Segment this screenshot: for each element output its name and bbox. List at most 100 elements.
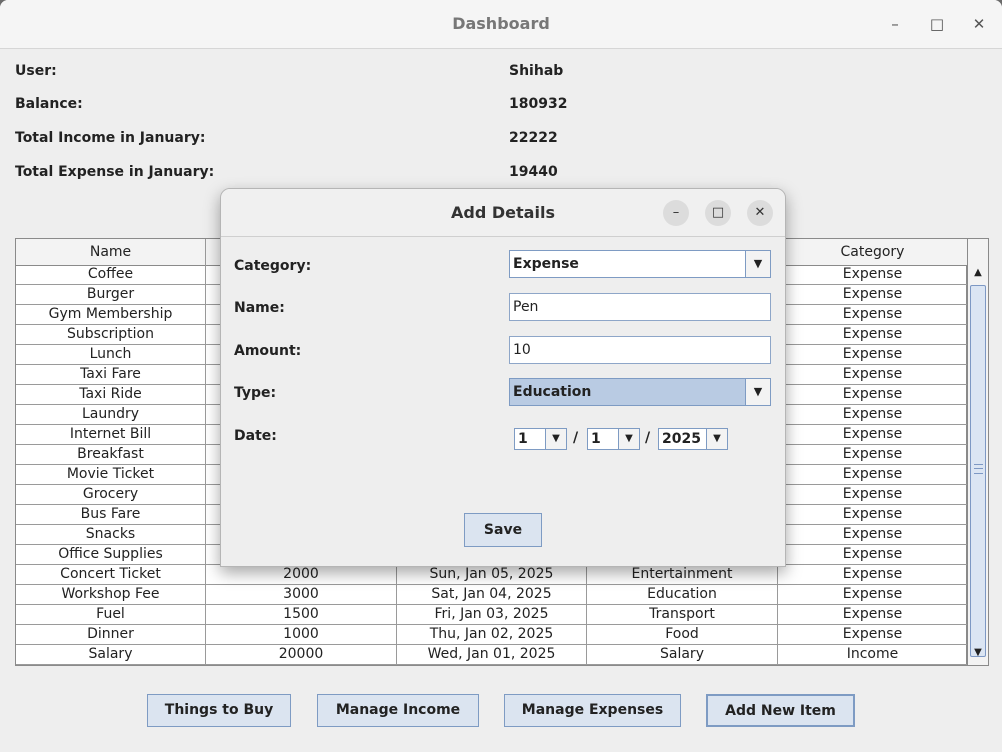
cell-name[interactable]: Lunch xyxy=(16,345,206,365)
cell-category[interactable]: Expense xyxy=(778,505,968,525)
cell-category[interactable]: Income xyxy=(778,645,968,665)
add-new-item-button[interactable]: Add New Item xyxy=(706,694,855,727)
table-row[interactable]: Salary 20000 Wed, Jan 01, 2025 Salary Income xyxy=(16,645,968,665)
dialog-titlebar[interactable]: Add Details – □ ✕ xyxy=(221,189,785,237)
category-dropdown[interactable]: Expense ▼ xyxy=(509,250,771,278)
cell-name[interactable]: Dinner xyxy=(16,625,206,645)
grip-icon xyxy=(974,464,983,474)
cell-name[interactable]: Concert Ticket xyxy=(16,565,206,585)
cell-name[interactable]: Bus Fare xyxy=(16,505,206,525)
cell-amount[interactable]: 20000 xyxy=(206,645,397,665)
cell-date[interactable]: Fri, Jan 03, 2025 xyxy=(397,605,587,625)
type-dropdown[interactable]: Education ▼ xyxy=(509,378,771,406)
dialog-close-icon[interactable]: ✕ xyxy=(747,200,773,226)
close-icon[interactable]: ✕ xyxy=(967,12,991,36)
month-dropdown[interactable]: 1 ▼ xyxy=(587,428,640,450)
user-value: Shihab xyxy=(509,63,564,79)
table-row[interactable]: Concert Ticket 2000 Sun, Jan 05, 2025 Enter… xyxy=(16,565,968,585)
cell-name[interactable]: Movie Ticket xyxy=(16,465,206,485)
maximize-icon[interactable]: □ xyxy=(925,12,949,36)
manage-income-button[interactable]: Manage Income xyxy=(317,694,479,727)
cell-category[interactable]: Expense xyxy=(778,545,968,565)
save-button[interactable]: Save xyxy=(464,513,542,547)
minimize-icon[interactable]: – xyxy=(883,12,907,36)
scroll-up-icon[interactable]: ▲ xyxy=(968,263,988,283)
category-selected-value: Expense xyxy=(513,256,579,272)
cell-amount[interactable]: 3000 xyxy=(206,585,397,605)
cell-amount[interactable]: 1000 xyxy=(206,625,397,645)
cell-category[interactable]: Expense xyxy=(778,385,968,405)
cell-date[interactable]: Thu, Jan 02, 2025 xyxy=(397,625,587,645)
cell-type[interactable]: Salary xyxy=(587,645,778,665)
cell-type[interactable]: Education xyxy=(587,585,778,605)
cell-date[interactable]: Wed, Jan 01, 2025 xyxy=(397,645,587,665)
chevron-down-icon[interactable]: ▼ xyxy=(706,429,727,449)
cell-category[interactable]: Expense xyxy=(778,405,968,425)
user-label: User: xyxy=(15,63,57,79)
cell-amount[interactable]: 2000 xyxy=(206,565,397,585)
cell-type[interactable]: Transport xyxy=(587,605,778,625)
manage-expenses-button[interactable]: Manage Expenses xyxy=(504,694,681,727)
cell-category[interactable]: Expense xyxy=(778,345,968,365)
cell-category[interactable]: Expense xyxy=(778,565,968,585)
cell-type[interactable]: Entertainment xyxy=(587,565,778,585)
cell-name[interactable]: Taxi Fare xyxy=(16,365,206,385)
cell-category[interactable]: Expense xyxy=(778,285,968,305)
window-titlebar[interactable]: Dashboard – □ ✕ xyxy=(0,0,1002,49)
cell-category[interactable]: Expense xyxy=(778,485,968,505)
cell-name[interactable]: Fuel xyxy=(16,605,206,625)
cell-category[interactable]: Expense xyxy=(778,305,968,325)
column-header-name[interactable]: Name xyxy=(16,239,206,265)
cell-name[interactable]: Breakfast xyxy=(16,445,206,465)
cell-name[interactable]: Coffee xyxy=(16,265,206,285)
cell-name[interactable]: Gym Membership xyxy=(16,305,206,325)
cell-date[interactable]: Sat, Jan 04, 2025 xyxy=(397,585,587,605)
day-dropdown[interactable]: 1 ▼ xyxy=(514,428,567,450)
cell-category[interactable]: Expense xyxy=(778,365,968,385)
cell-name[interactable]: Burger xyxy=(16,285,206,305)
name-label: Name: xyxy=(234,300,285,316)
cell-name[interactable]: Snacks xyxy=(16,525,206,545)
year-dropdown[interactable]: 2025 ▼ xyxy=(658,428,728,450)
cell-name[interactable]: Taxi Ride xyxy=(16,385,206,405)
cell-name[interactable]: Office Supplies xyxy=(16,545,206,565)
cell-category[interactable]: Expense xyxy=(778,325,968,345)
table-row[interactable]: Dinner 1000 Thu, Jan 02, 2025 Food Expense xyxy=(16,625,968,645)
amount-field[interactable] xyxy=(509,336,771,364)
cell-category[interactable]: Expense xyxy=(778,265,968,285)
dialog-maximize-icon[interactable]: □ xyxy=(705,200,731,226)
cell-name[interactable]: Salary xyxy=(16,645,206,665)
cell-category[interactable]: Expense xyxy=(778,465,968,485)
chevron-down-icon[interactable]: ▼ xyxy=(745,379,770,405)
type-selected-value: Education xyxy=(513,384,592,400)
cell-name[interactable]: Subscription xyxy=(16,325,206,345)
table-scrollbar[interactable]: ▲ ▼ xyxy=(967,238,989,666)
table-row[interactable]: Workshop Fee 3000 Sat, Jan 04, 2025 Educati… xyxy=(16,585,968,605)
amount-label: Amount: xyxy=(234,343,302,359)
scroll-down-icon[interactable]: ▼ xyxy=(968,643,988,663)
cell-category[interactable]: Expense xyxy=(778,605,968,625)
cell-category[interactable]: Expense xyxy=(778,445,968,465)
chevron-down-icon[interactable]: ▼ xyxy=(745,251,770,277)
column-header-category[interactable]: Category xyxy=(778,239,968,265)
dialog-minimize-icon[interactable]: – xyxy=(663,200,689,226)
cell-category[interactable]: Expense xyxy=(778,425,968,445)
cell-name[interactable]: Grocery xyxy=(16,485,206,505)
total-expense-label: Total Expense in January: xyxy=(15,164,215,180)
cell-category[interactable]: Expense xyxy=(778,525,968,545)
things-to-buy-button[interactable]: Things to Buy xyxy=(147,694,291,727)
total-income-value: 22222 xyxy=(509,130,558,146)
cell-date[interactable]: Sun, Jan 05, 2025 xyxy=(397,565,587,585)
cell-amount[interactable]: 1500 xyxy=(206,605,397,625)
cell-type[interactable]: Food xyxy=(587,625,778,645)
chevron-down-icon[interactable]: ▼ xyxy=(618,429,639,449)
scrollbar-thumb[interactable] xyxy=(970,285,986,657)
cell-name[interactable]: Workshop Fee xyxy=(16,585,206,605)
table-row[interactable]: Fuel 1500 Fri, Jan 03, 2025 Transport Expens… xyxy=(16,605,968,625)
cell-name[interactable]: Laundry xyxy=(16,405,206,425)
cell-name[interactable]: Internet Bill xyxy=(16,425,206,445)
cell-category[interactable]: Expense xyxy=(778,585,968,605)
chevron-down-icon[interactable]: ▼ xyxy=(545,429,566,449)
name-field[interactable] xyxy=(509,293,771,321)
cell-category[interactable]: Expense xyxy=(778,625,968,645)
